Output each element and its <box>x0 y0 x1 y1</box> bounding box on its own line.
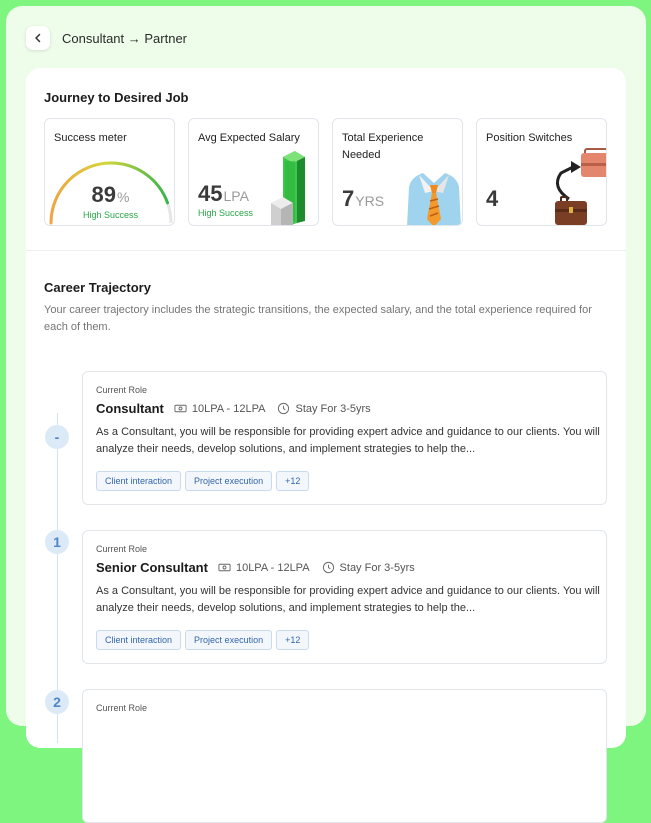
success-meter-label: Success meter <box>54 132 127 144</box>
success-meter-card: Success meter 89% High Success <box>44 118 175 226</box>
role-card[interactable]: Current Role Consultant 10LPA - 12LPA St… <box>82 371 607 505</box>
experience-label: Total Experience Needed <box>342 132 424 161</box>
trajectory-description: Your career trajectory includes the stra… <box>44 304 592 333</box>
role-eyebrow: Current Role <box>96 544 148 554</box>
skill-tags: Client interaction Project execution +12 <box>96 630 310 650</box>
more-tags-badge[interactable]: +12 <box>276 630 310 650</box>
skill-tag[interactable]: Client interaction <box>96 471 182 491</box>
stay-duration: Stay For 3-5yrs <box>322 561 415 574</box>
more-tags-badge[interactable]: +12 <box>276 471 310 491</box>
page-header: Consultant → Partner <box>26 26 187 50</box>
step-badge: 2 <box>45 690 69 714</box>
metrics-row: Success meter 89% High Success Avg Expec… <box>44 118 607 226</box>
role-eyebrow: Current Role <box>96 385 148 395</box>
salary-range: 10LPA - 12LPA <box>218 561 310 574</box>
briefcase-switch-icon <box>555 148 606 225</box>
switches-value: 4 <box>486 186 499 211</box>
role-card[interactable]: Current Role <box>82 689 607 823</box>
content-card: Journey to Desired Job Success meter 89%… <box>26 68 626 823</box>
role-header: Consultant 10LPA - 12LPA Stay For 3-5yrs <box>96 401 377 416</box>
skill-tag[interactable]: Client interaction <box>96 630 182 650</box>
app-frame: Consultant → Partner Journey to Desired … <box>6 6 646 823</box>
shirt-tie-icon <box>407 173 461 225</box>
page-title: Consultant → Partner <box>62 30 188 46</box>
clock-icon <box>322 561 334 574</box>
role-header: Senior Consultant 10LPA - 12LPA Stay For… <box>96 560 421 575</box>
role-card[interactable]: Current Role Senior Consultant 10LPA - 1… <box>82 530 607 664</box>
trajectory-title: Career Trajectory <box>44 280 151 295</box>
clock-icon <box>278 402 290 415</box>
step-badge: - <box>45 425 69 449</box>
experience-card: Total Experience Needed 7YRS <box>332 118 463 226</box>
role-name: Consultant <box>96 401 164 416</box>
role-description: As a Consultant, you will be responsible… <box>96 426 600 455</box>
success-status: High Success <box>82 210 139 220</box>
salary-label: Avg Expected Salary <box>198 132 300 144</box>
skill-tags: Client interaction Project execution +12 <box>96 471 310 491</box>
switches-card: Position Switches 4 <box>476 118 607 226</box>
step-badge: 1 <box>45 530 69 554</box>
role-description: As a Consultant, you will be responsible… <box>96 585 600 614</box>
salary-value: 45LPA <box>198 181 249 206</box>
salary-range: 10LPA - 12LPA <box>174 402 265 415</box>
skill-tag[interactable]: Project execution <box>185 471 273 491</box>
cash-icon <box>174 404 187 413</box>
section-divider <box>26 250 626 251</box>
salary-card: Avg Expected Salary 45LPA High Success <box>188 118 319 226</box>
salary-status: High Success <box>198 208 254 218</box>
role-name: Senior Consultant <box>96 560 208 575</box>
chevron-left-icon <box>35 33 41 43</box>
cash-icon <box>218 563 231 572</box>
experience-value: 7YRS <box>342 186 385 211</box>
role-eyebrow: Current Role <box>96 703 148 713</box>
money-stack-icon <box>271 151 305 225</box>
skill-tag[interactable]: Project execution <box>185 630 273 650</box>
success-value: 89% <box>91 182 130 207</box>
stay-duration: Stay For 3-5yrs <box>277 402 371 415</box>
back-button[interactable] <box>26 26 50 50</box>
journey-title: Journey to Desired Job <box>44 90 189 105</box>
